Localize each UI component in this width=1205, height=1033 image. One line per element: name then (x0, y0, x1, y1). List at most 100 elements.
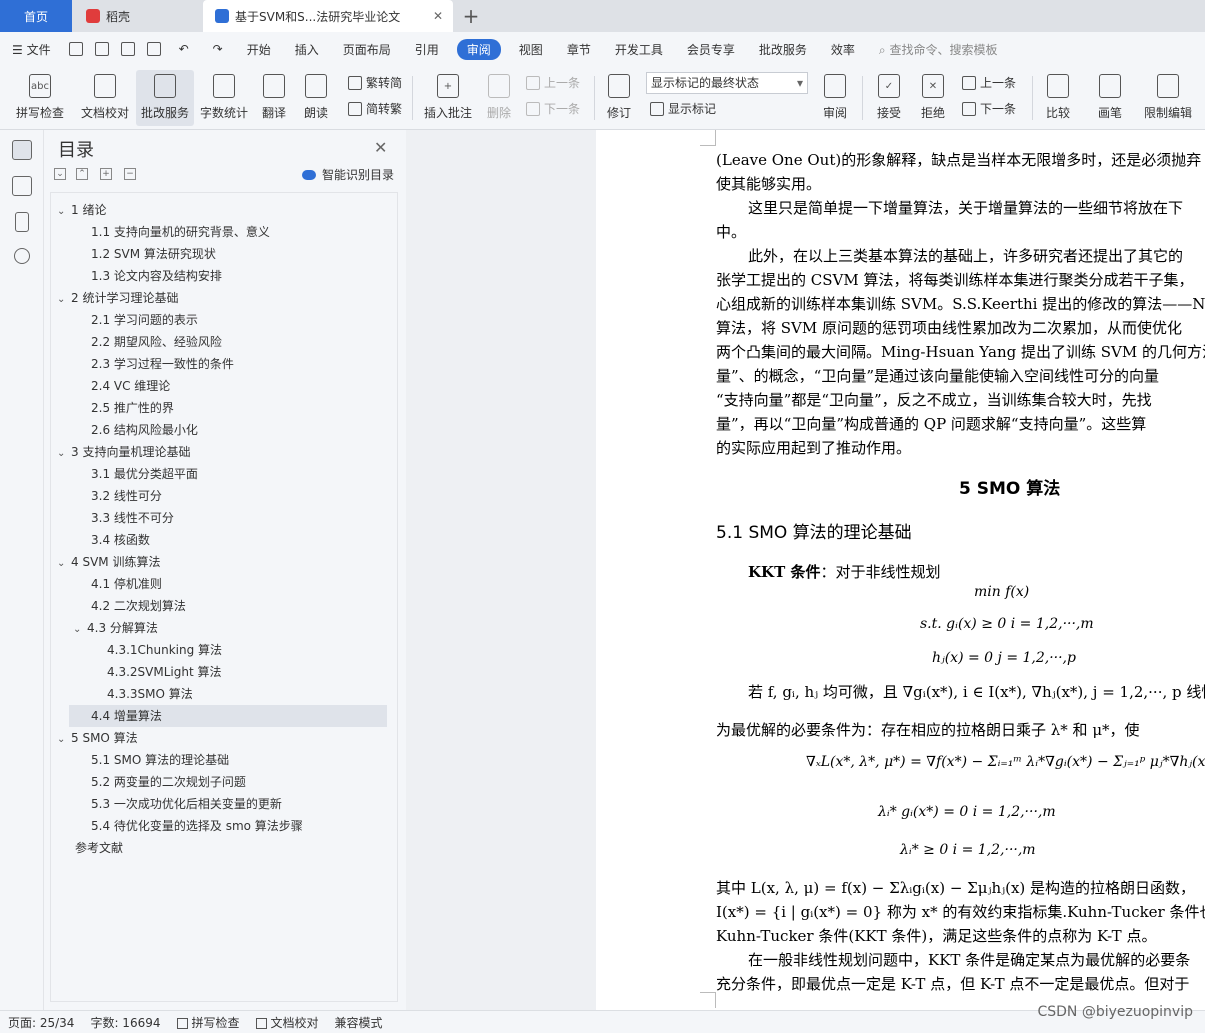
review-pane-button[interactable]: 审阅 (816, 70, 854, 126)
collapse-all-icon[interactable]: ⌄ (54, 168, 66, 180)
reject-button[interactable]: ✕ 拒绝 (914, 70, 952, 126)
outline-icon[interactable] (12, 176, 32, 196)
toc-item-label: 4 SVM 训练算法 (71, 555, 161, 569)
menu-chapter[interactable]: 章节 (555, 41, 603, 58)
menu-efficiency[interactable]: 效率 (819, 41, 867, 58)
spell-check-status[interactable]: 拼写检查 (169, 1014, 248, 1031)
body-text: 这里只是简单提一下增量算法，关于增量算法的一些细节将放在下 (748, 199, 1184, 217)
save-icon[interactable] (68, 42, 83, 56)
page-indicator[interactable]: 页面: 25/34 (0, 1014, 82, 1031)
toc-item[interactable]: 4.2 二次规划算法 (91, 595, 186, 617)
prev-change-button[interactable]: 上一条 (962, 74, 1016, 91)
toc-item[interactable]: 2.2 期望风险、经验风险 (91, 331, 222, 353)
delete-comment-button[interactable]: 删除 (480, 70, 518, 126)
toc-item[interactable]: ⌄ 5 SMO 算法 (57, 727, 138, 749)
toc-item[interactable]: 1.3 论文内容及结构安排 (91, 265, 222, 287)
translate-button[interactable]: 翻译 (254, 70, 294, 126)
tab-document[interactable]: 基于SVM和S...法研究毕业论文 ✕ (203, 0, 453, 32)
command-search[interactable]: ⌕ 查找命令、搜索模板 (867, 41, 1010, 58)
insert-comment-button[interactable]: + 插入批注 (420, 70, 476, 126)
word-count-button[interactable]: 字数统计 (196, 70, 252, 126)
expand-all-icon[interactable]: ⌃ (76, 168, 88, 180)
menu-start[interactable]: 开始 (235, 41, 283, 58)
toc-item[interactable]: 4.3.2SVMLight 算法 (107, 661, 221, 683)
accept-button[interactable]: ✓ 接受 (870, 70, 908, 126)
toc-icon[interactable] (12, 140, 32, 160)
next-comment-button[interactable]: 下一条 (526, 100, 580, 117)
menu-member[interactable]: 会员专享 (675, 41, 747, 58)
smart-toc-button[interactable]: 智能识别目录 (302, 166, 394, 183)
toc-item[interactable]: 5.3 一次成功优化后相关变量的更新 (91, 793, 282, 815)
toc-item[interactable]: ⌄ 2 统计学习理论基础 (57, 287, 178, 309)
doc-check-button[interactable]: 文档校对 (76, 70, 134, 126)
review-service-button[interactable]: 批改服务 (136, 70, 194, 126)
toc-item[interactable]: 2.6 结构风险最小化 (91, 419, 198, 441)
undo-icon[interactable]: ↶ (167, 42, 201, 56)
document-gutter (406, 130, 596, 1010)
restrict-edit-button[interactable]: 限制编辑 (1138, 70, 1198, 126)
document-page[interactable]: (Leave One Out)的形象解释，缺点是当样本无限增多时，还是必须抛弃 … (596, 130, 1205, 1010)
menu-view[interactable]: 视图 (507, 41, 555, 58)
prev-change-icon (962, 75, 976, 90)
show-markup-button[interactable]: 显示标记 (650, 100, 716, 117)
toc-item[interactable]: 2.3 学习过程一致性的条件 (91, 353, 234, 375)
simp-to-trad-button[interactable]: 简转繁 (348, 100, 402, 117)
toc-item[interactable]: 5.2 两变量的二次规划子问题 (91, 771, 246, 793)
menu-layout[interactable]: 页面布局 (331, 41, 403, 58)
file-menu[interactable]: ☰ 文件 (0, 41, 63, 58)
toc-item[interactable]: 3.4 核函数 (91, 529, 150, 551)
trad-to-simp-button[interactable]: 繁转简 (348, 74, 402, 91)
read-aloud-button[interactable]: 朗读 (298, 70, 334, 126)
search-icon[interactable] (14, 248, 30, 264)
bookmark-icon[interactable] (15, 212, 29, 232)
doc-check-status[interactable]: 文档校对 (248, 1014, 327, 1031)
toc-item-label: 3 支持向量机理论基础 (71, 445, 191, 459)
toc-item[interactable]: 5.1 SMO 算法的理论基础 (91, 749, 229, 771)
close-icon[interactable]: ✕ (374, 138, 387, 157)
toc-item[interactable]: 3.2 线性可分 (91, 485, 162, 507)
toc-item[interactable]: 4.3.1Chunking 算法 (107, 639, 222, 661)
close-tab-icon[interactable]: ✕ (433, 9, 443, 23)
redo-icon[interactable]: ↷ (201, 42, 235, 56)
menu-devtools[interactable]: 开发工具 (603, 41, 675, 58)
toc-item[interactable]: 3.3 线性不可分 (91, 507, 174, 529)
add-heading-icon[interactable]: + (100, 168, 112, 180)
markup-state-select[interactable]: 显示标记的最终状态 ▾ (646, 72, 808, 94)
toc-item[interactable]: 4.3.3SMO 算法 (107, 683, 193, 705)
toc-item[interactable]: 2.1 学习问题的表示 (91, 309, 198, 331)
next-change-button[interactable]: 下一条 (962, 100, 1016, 117)
toc-item[interactable]: 2.5 推广性的界 (91, 397, 174, 419)
toc-item[interactable]: ⌄ 3 支持向量机理论基础 (57, 441, 190, 463)
track-changes-button[interactable]: 修订 (600, 70, 638, 126)
spell-check-button[interactable]: abc 拼写检查 (8, 70, 72, 126)
toc-item[interactable]: 参考文献 (75, 837, 123, 859)
menu-insert[interactable]: 插入 (283, 41, 331, 58)
remove-heading-icon[interactable]: − (124, 168, 136, 180)
menu-review[interactable]: 审阅 (456, 38, 501, 60)
body-text: 在一般非线性规划问题中，KKT 条件是确定某点为最优解的必要条 (748, 951, 1191, 969)
menu-correction[interactable]: 批改服务 (747, 41, 819, 58)
toc-item[interactable]: 1.2 SVM 算法研究现状 (91, 243, 216, 265)
toc-item[interactable]: ⌄ 4 SVM 训练算法 (57, 551, 160, 573)
tab-daoke[interactable]: 稻壳 (74, 0, 202, 32)
draw-button[interactable]: 画笔 (1092, 70, 1128, 126)
toc-item[interactable]: 2.4 VC 维理论 (91, 375, 170, 397)
word-count-status[interactable]: 字数: 16694 (82, 1014, 168, 1031)
chevron-down-icon: ⌄ (73, 624, 82, 635)
toc-item-selected[interactable]: 4.4 增量算法 (69, 705, 387, 727)
prev-comment-button[interactable]: 上一条 (526, 74, 580, 91)
toc-item[interactable]: 1.1 支持向量机的研究背景、意义 (91, 221, 270, 243)
print-icon[interactable] (120, 42, 135, 56)
preview-icon[interactable] (146, 42, 161, 56)
toc-item[interactable]: ⌄ 4.3 分解算法 (73, 617, 158, 639)
export-icon[interactable] (94, 42, 109, 56)
toc-item[interactable]: 4.1 停机准则 (91, 573, 162, 595)
tab-home[interactable]: 首页 (0, 0, 72, 32)
toc-item[interactable]: ⌄ 1 绪论 (57, 199, 106, 221)
toc-item[interactable]: 3.1 最优分类超平面 (91, 463, 198, 485)
new-tab-button[interactable]: + (455, 0, 487, 32)
menu-reference[interactable]: 引用 (403, 41, 451, 58)
body-text: 其中 L(x, λ, μ) = f(x) − Σλᵢgᵢ(x) − Σμⱼhⱼ(… (716, 879, 1196, 897)
compare-button[interactable]: 比较 (1038, 70, 1078, 126)
toc-item[interactable]: 5.4 待优化变量的选择及 smo 算法步骤 (91, 815, 303, 837)
